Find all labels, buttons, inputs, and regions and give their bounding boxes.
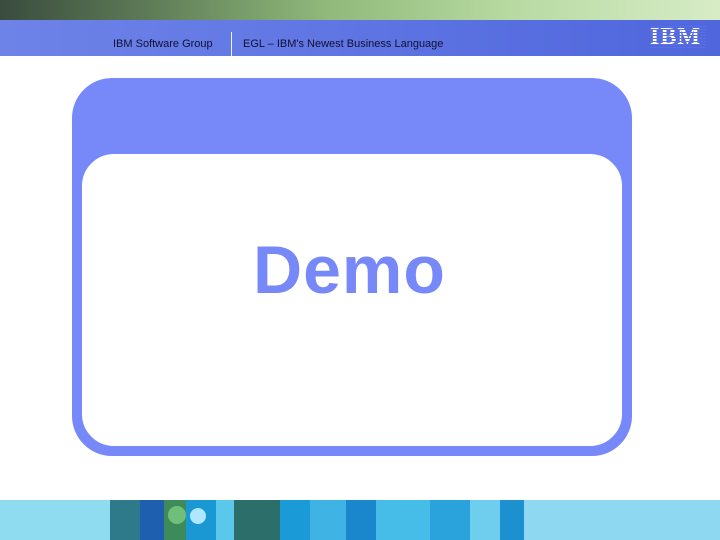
footer-circle-icon [190, 508, 206, 524]
footer-tile [346, 500, 376, 540]
footer-tile [470, 500, 500, 540]
footer-tile [216, 500, 234, 540]
group-label: IBM Software Group [113, 38, 213, 50]
presentation-title: EGL – IBM's Newest Business Language [243, 38, 444, 50]
slide-header: IBM Software Group EGL – IBM's Newest Bu… [0, 20, 720, 56]
footer-image-strip [0, 500, 720, 540]
footer-tile [430, 500, 470, 540]
top-banner-strip [0, 0, 720, 20]
footer-tile [500, 500, 524, 540]
header-divider [231, 32, 232, 56]
footer-tile [280, 500, 310, 540]
ibm-logo-text: IBM [650, 24, 701, 50]
footer-tile [0, 500, 110, 540]
footer-circle-icon [168, 506, 186, 524]
footer-tile [140, 500, 164, 540]
demo-title: Demo [253, 232, 446, 308]
ibm-logo: IBM [650, 24, 706, 50]
footer-tile [524, 500, 720, 540]
footer-tile [376, 500, 430, 540]
footer-tile [310, 500, 346, 540]
footer-tile [110, 500, 140, 540]
footer-tile [234, 500, 280, 540]
